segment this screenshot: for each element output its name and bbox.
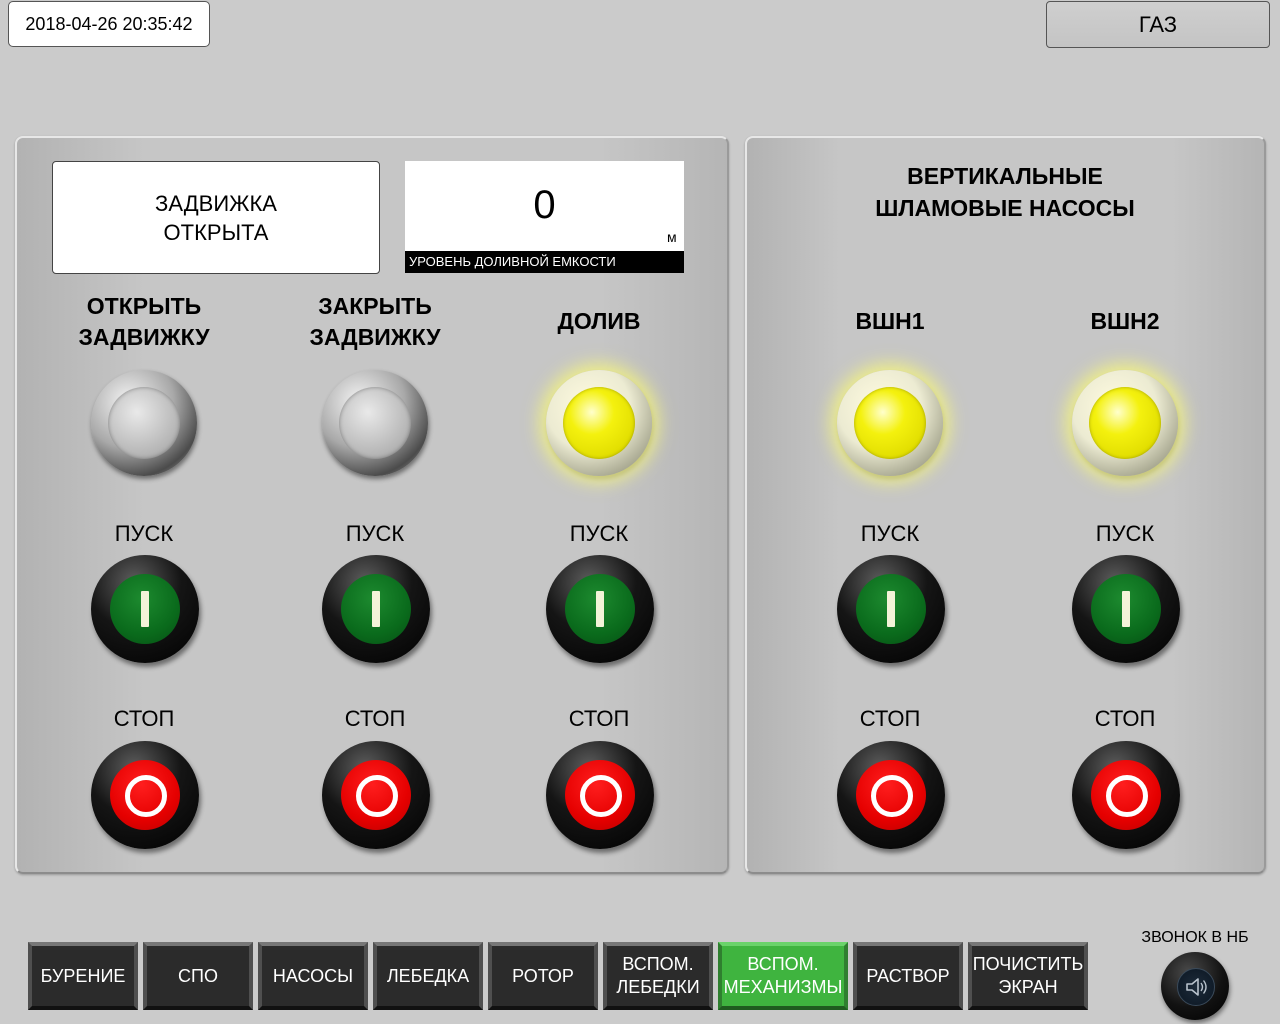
power-off-icon [580, 775, 622, 817]
level-unit: м [667, 229, 677, 245]
nav-label-line2: ЛЕБЕДКИ [616, 977, 700, 997]
open-valve-title-line2: ЗАДВИЖКУ [78, 324, 210, 350]
close-valve-title-line1: ЗАКРЫТЬ [318, 293, 432, 319]
nav-label-line2: ЭКРАН [998, 977, 1058, 997]
nav-clear-screen[interactable]: ПОЧИСТИТЬ ЭКРАН [968, 942, 1088, 1010]
power-on-icon [596, 591, 604, 627]
topping-stop-label: СТОП [568, 706, 630, 731]
topping-indicator-lamp [546, 370, 656, 480]
nav-aux-mechanisms[interactable]: ВСПОМ. МЕХАНИЗМЫ [718, 942, 848, 1010]
slurry-pumps-panel [745, 136, 1266, 874]
nav-pumps[interactable]: НАСОСЫ [258, 942, 368, 1010]
speaker-icon [1177, 968, 1215, 1006]
power-on-icon [1122, 591, 1130, 627]
nav-label: РАСТВОР [866, 965, 950, 986]
nav-label-line1: ПОЧИСТИТЬ [972, 954, 1084, 974]
pumps-panel-title: ВЕРТИКАЛЬНЫЕ ШЛАМОВЫЕ НАСОСЫ [765, 160, 1245, 224]
pump1-stop-label: СТОП [859, 706, 921, 731]
gas-button[interactable]: ГАЗ [1046, 1, 1270, 48]
open-valve-start-label: ПУСК [114, 521, 174, 546]
level-value: 0 [533, 183, 556, 227]
close-valve-title-line2: ЗАДВИЖКУ [309, 324, 441, 350]
close-valve-start-button[interactable] [322, 555, 430, 663]
valve-status-line1: ЗАДВИЖКА [155, 190, 277, 216]
open-valve-stop-button[interactable] [91, 741, 199, 849]
power-on-icon [887, 591, 895, 627]
nav-label: ЛЕБЕДКА [386, 965, 470, 986]
open-valve-title: ОТКРЫТЬ ЗАДВИЖКУ [44, 291, 244, 353]
valve-status-line2: ОТКРЫТА [163, 219, 269, 245]
nav-label: СПО [178, 965, 218, 986]
close-valve-stop-label: СТОП [344, 706, 406, 731]
pumps-title-line2: ШЛАМОВЫЕ НАСОСЫ [875, 195, 1135, 221]
datetime-display: 2018-04-26 20:35:42 [8, 1, 210, 47]
nav-label: БУРЕНИЕ [40, 965, 126, 986]
nav-label: НАСОСЫ [272, 965, 354, 986]
pump1-start-label: ПУСК [860, 521, 920, 546]
nav-mud[interactable]: РАСТВОР [853, 942, 963, 1010]
close-valve-start-label: ПУСК [345, 521, 405, 546]
level-gauge: 0 м УРОВЕНЬ ДОЛИВНОЙ ЕМКОСТИ [405, 161, 684, 273]
nav-label-line1: ВСПОМ. [622, 954, 694, 974]
power-off-icon [871, 775, 913, 817]
bell-button[interactable] [1161, 952, 1229, 1020]
pump1-start-button[interactable] [837, 555, 945, 663]
bell-label: ЗВОНОК В НБ [1141, 929, 1249, 946]
valve-status-display: ЗАДВИЖКА ОТКРЫТА [52, 161, 380, 274]
nav-label: РОТОР [512, 965, 574, 986]
pump1-title: ВШН1 [855, 308, 925, 334]
close-valve-stop-button[interactable] [322, 741, 430, 849]
nav-label-line2: МЕХАНИЗМЫ [723, 977, 843, 997]
open-valve-stop-label: СТОП [113, 706, 175, 731]
close-valve-title: ЗАКРЫТЬ ЗАДВИЖКУ [275, 291, 475, 353]
topping-start-label: ПУСК [569, 521, 629, 546]
power-off-icon [125, 775, 167, 817]
topping-title: ДОЛИВ [557, 308, 641, 334]
open-valve-indicator-lamp [91, 370, 201, 480]
pump2-stop-button[interactable] [1072, 741, 1180, 849]
nav-drawworks[interactable]: ЛЕБЕДКА [373, 942, 483, 1010]
nav-rotor[interactable]: РОТОР [488, 942, 598, 1010]
nav-label-line1: ВСПОМ. [747, 954, 819, 974]
topping-start-button[interactable] [546, 555, 654, 663]
power-on-icon [372, 591, 380, 627]
nav-drilling[interactable]: БУРЕНИЕ [28, 942, 138, 1010]
open-valve-start-button[interactable] [91, 555, 199, 663]
pump2-indicator-lamp [1072, 370, 1182, 480]
pump2-start-label: ПУСК [1095, 521, 1155, 546]
pump2-title: ВШН2 [1090, 308, 1160, 334]
power-off-icon [1106, 775, 1148, 817]
close-valve-indicator-lamp [322, 370, 432, 480]
pumps-title-line1: ВЕРТИКАЛЬНЫЕ [907, 163, 1103, 189]
open-valve-title-line1: ОТКРЫТЬ [86, 293, 202, 319]
power-on-icon [141, 591, 149, 627]
level-caption: УРОВЕНЬ ДОЛИВНОЙ ЕМКОСТИ [405, 251, 684, 273]
topping-stop-button[interactable] [546, 741, 654, 849]
pump2-start-button[interactable] [1072, 555, 1180, 663]
nav-tripping[interactable]: СПО [143, 942, 253, 1010]
pump1-indicator-lamp [837, 370, 947, 480]
pump2-stop-label: СТОП [1094, 706, 1156, 731]
power-off-icon [356, 775, 398, 817]
nav-aux-winches[interactable]: ВСПОМ. ЛЕБЕДКИ [603, 942, 713, 1010]
pump1-stop-button[interactable] [837, 741, 945, 849]
